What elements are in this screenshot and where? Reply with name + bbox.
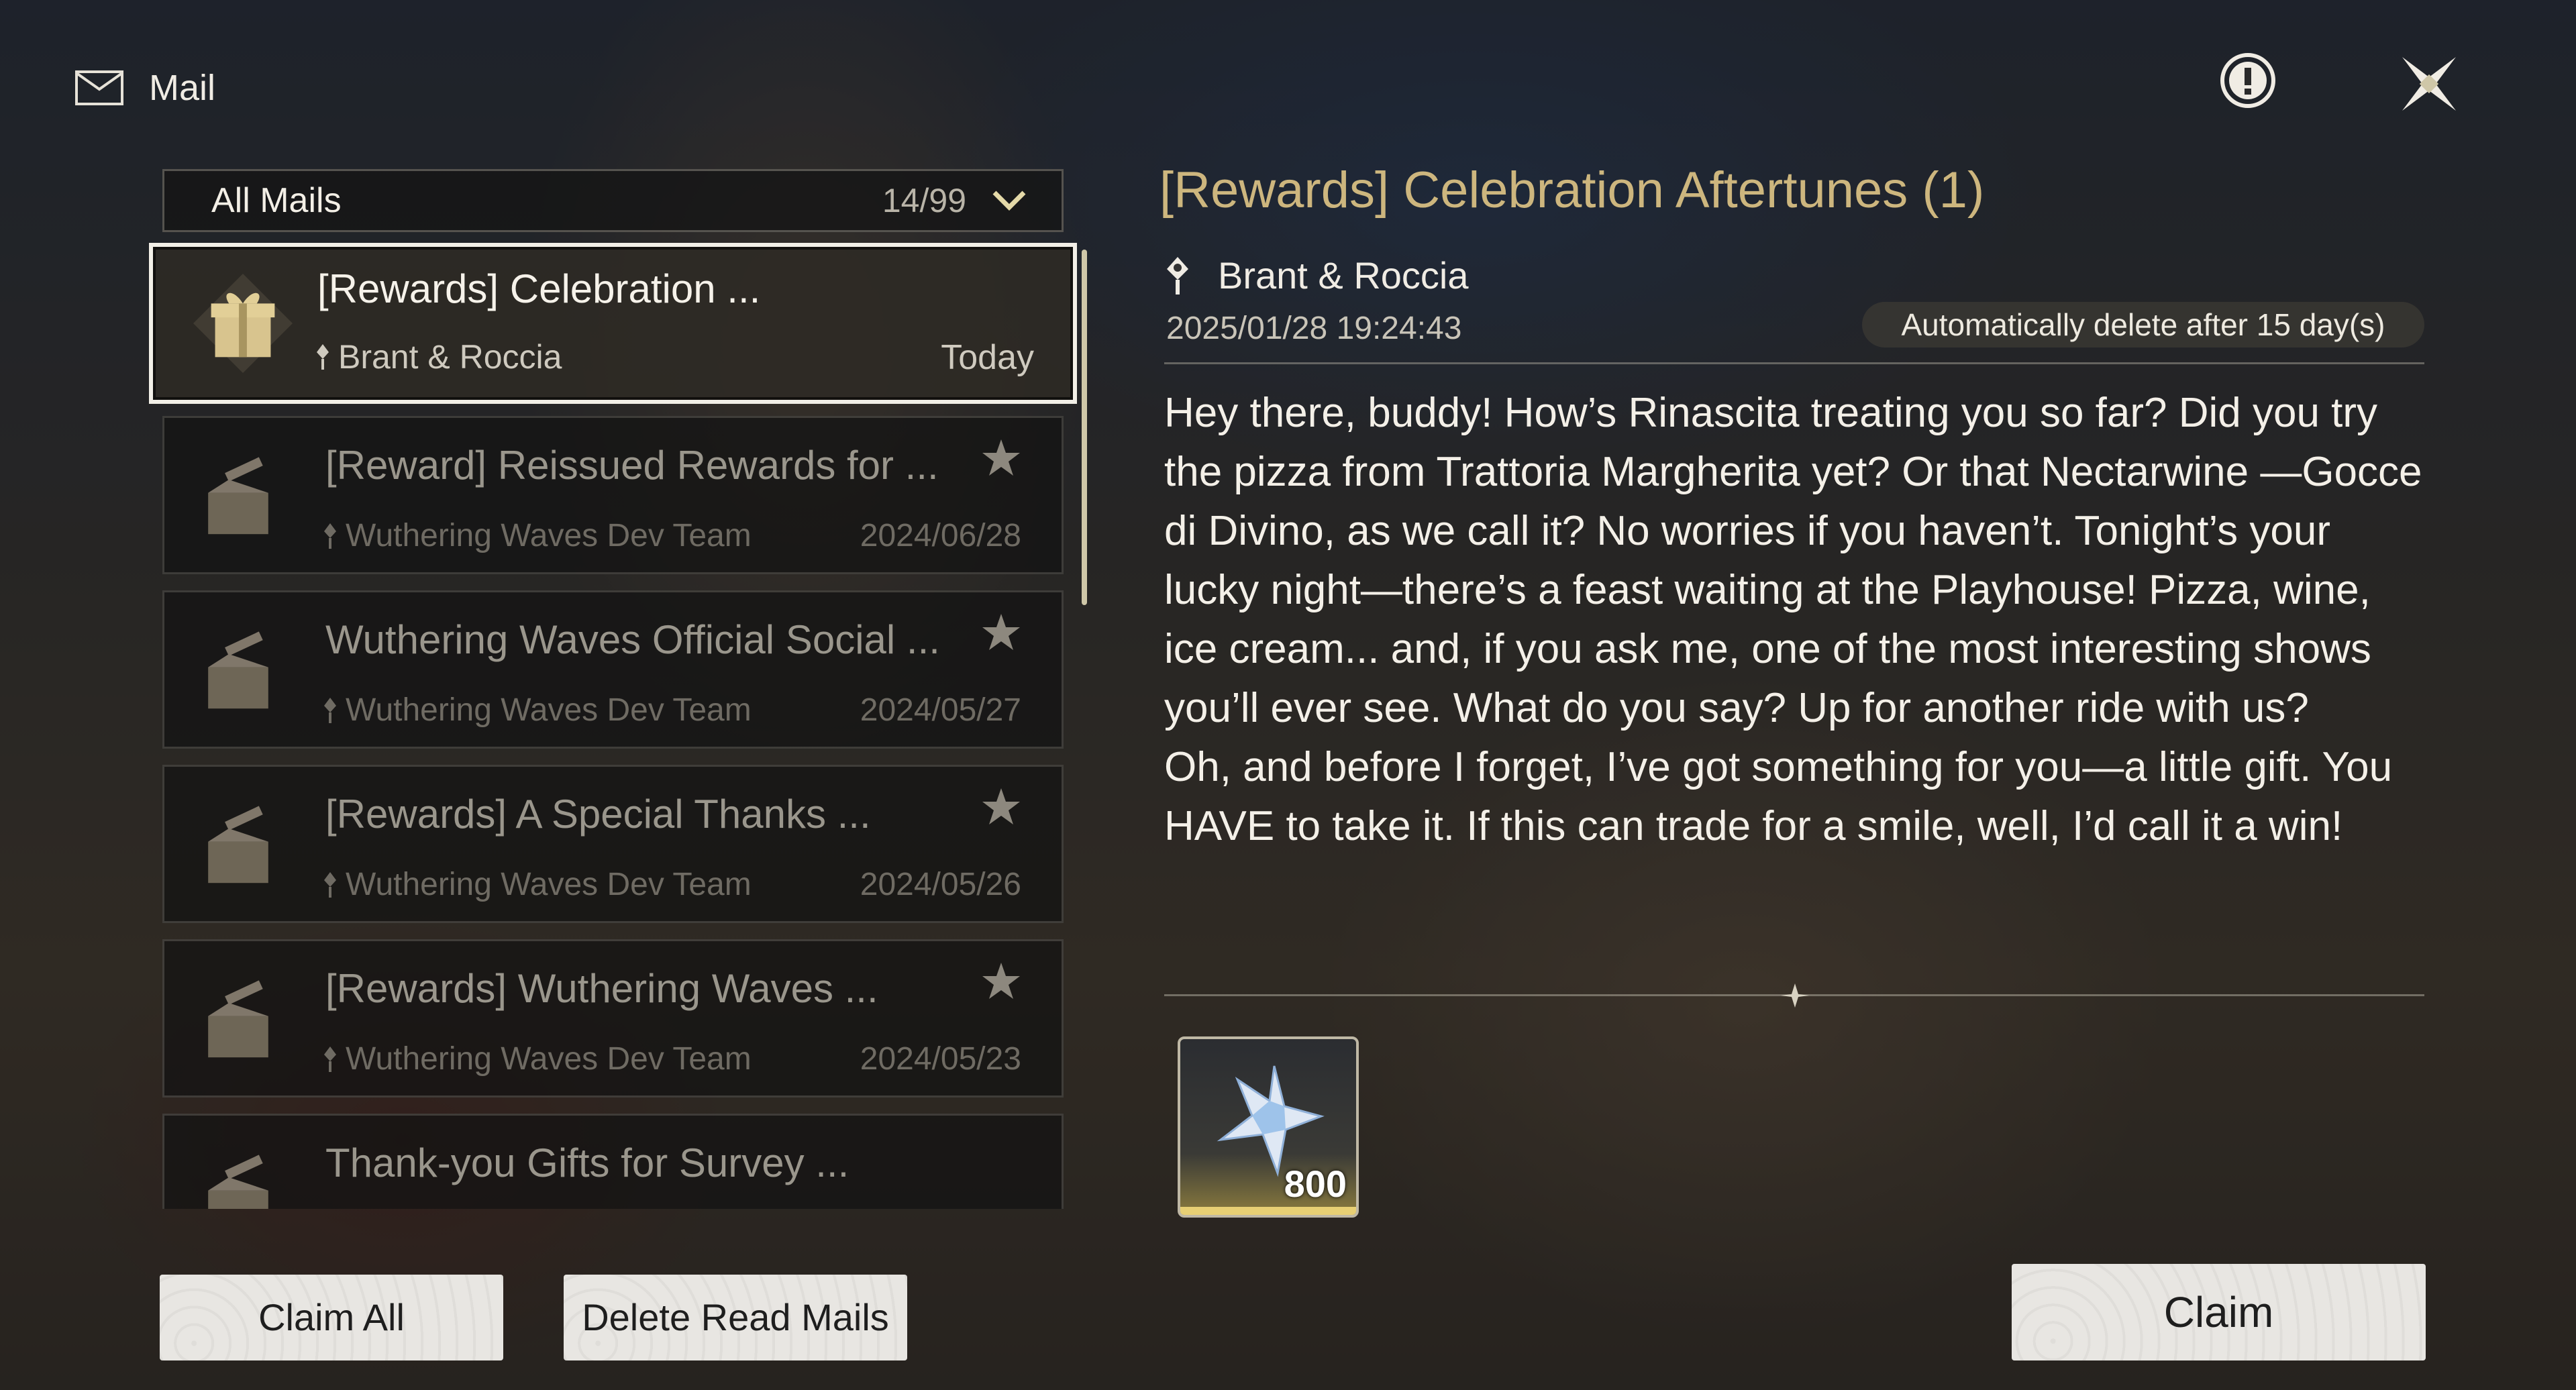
mail-sender: Wuthering Waves Dev Team	[321, 692, 752, 729]
mail-subject: [Rewards] A Special Thanks ...	[325, 792, 871, 837]
gift-box-icon	[193, 274, 293, 373]
list-item[interactable]: [Rewards] Celebration ... Brant & Roccia…	[149, 243, 1077, 404]
mail-date: 2024/05/27	[860, 692, 1021, 728]
auto-delete-badge: Automatically delete after 15 day(s)	[1862, 302, 2424, 348]
sender-pin-icon	[1167, 256, 1188, 295]
mail-list[interactable]: [Rewards] Celebration ... Brant & Roccia…	[149, 243, 1088, 1209]
mail-subject: Thank-you Gifts for Survey ...	[325, 1140, 849, 1185]
opened-package-icon	[208, 1155, 268, 1209]
alert-icon[interactable]	[2218, 50, 2278, 111]
list-item[interactable]: [Rewards] Wuthering Waves ... Wuthering …	[162, 939, 1064, 1098]
mail-sender: Wuthering Waves Dev Team	[321, 517, 752, 554]
mail-filter-dropdown[interactable]: All Mails 14/99	[162, 169, 1064, 232]
detail-sender-name: Brant & Roccia	[1218, 254, 1469, 297]
filter-label: All Mails	[211, 181, 342, 220]
mail-sender: Wuthering Waves Dev Team	[321, 866, 752, 903]
star-icon	[982, 439, 1020, 476]
claim-all-button[interactable]: Claim All	[160, 1275, 503, 1360]
mail-subject: [Rewards] Celebration ...	[317, 266, 761, 311]
opened-package-icon	[208, 980, 268, 1058]
mail-date: 2024/05/23	[860, 1041, 1021, 1077]
opened-package-icon	[208, 631, 268, 709]
mail-subject: [Rewards] Wuthering Waves ...	[325, 966, 878, 1011]
divider-ornament-icon	[1781, 983, 1809, 1008]
mail-count: 14/99	[882, 182, 966, 219]
mail-detail-title: [Rewards] Celebration Aftertunes (1)	[1160, 162, 1985, 219]
list-item[interactable]: [Reward] Reissued Rewards for ... Wuther…	[162, 416, 1064, 574]
opened-package-icon	[208, 457, 268, 535]
detail-sender: Brant & Roccia	[1164, 254, 1469, 297]
envelope-icon	[75, 70, 123, 105]
close-icon[interactable]	[2395, 50, 2463, 117]
star-icon	[982, 788, 1020, 824]
chevron-down-icon	[992, 191, 1026, 211]
star-icon	[982, 963, 1020, 999]
mail-sender-name: Wuthering Waves Dev Team	[346, 692, 752, 728]
list-item[interactable]: Wuthering Waves Official Social ... Wuth…	[162, 590, 1064, 749]
mail-sender-name: Brant & Roccia	[338, 338, 562, 376]
mail-body[interactable]: Hey there, buddy! How’s Rinascita treati…	[1164, 384, 2426, 961]
mail-sender-name: Wuthering Waves Dev Team	[346, 518, 752, 553]
sender-pin-icon	[324, 871, 336, 898]
mail-date: Today	[941, 338, 1034, 377]
claim-button[interactable]: Claim	[2012, 1264, 2426, 1360]
page-title: Mail	[149, 68, 216, 108]
list-item[interactable]: Thank-you Gifts for Survey ...	[162, 1114, 1064, 1209]
mail-sender: Brant & Roccia	[314, 337, 562, 376]
sender-pin-icon	[324, 523, 336, 549]
list-item[interactable]: [Rewards] A Special Thanks ... Wuthering…	[162, 765, 1064, 923]
reward-quantity: 800	[1284, 1163, 1347, 1205]
mail-subject: [Reward] Reissued Rewards for ...	[325, 443, 939, 488]
list-scrollbar[interactable]	[1082, 250, 1087, 605]
delete-read-mails-button[interactable]: Delete Read Mails	[564, 1275, 907, 1360]
mail-date: 2024/06/28	[860, 518, 1021, 553]
mail-timestamp: 2025/01/28 19:24:43	[1166, 311, 1462, 346]
mail-sender-name: Wuthering Waves Dev Team	[346, 1041, 752, 1077]
mail-subject: Wuthering Waves Official Social ...	[325, 617, 940, 662]
mail-sender: Wuthering Waves Dev Team	[321, 1040, 752, 1077]
star-icon	[982, 614, 1020, 650]
opened-package-icon	[208, 806, 268, 884]
mail-header: Mail	[74, 67, 215, 109]
mail-date: 2024/05/26	[860, 867, 1021, 902]
sender-pin-icon	[324, 1046, 336, 1072]
reward-item[interactable]: 800	[1178, 1036, 1359, 1218]
sender-pin-icon	[324, 697, 336, 723]
sender-pin-icon	[317, 344, 329, 370]
mail-sender-name: Wuthering Waves Dev Team	[346, 867, 752, 902]
divider	[1164, 362, 2424, 364]
